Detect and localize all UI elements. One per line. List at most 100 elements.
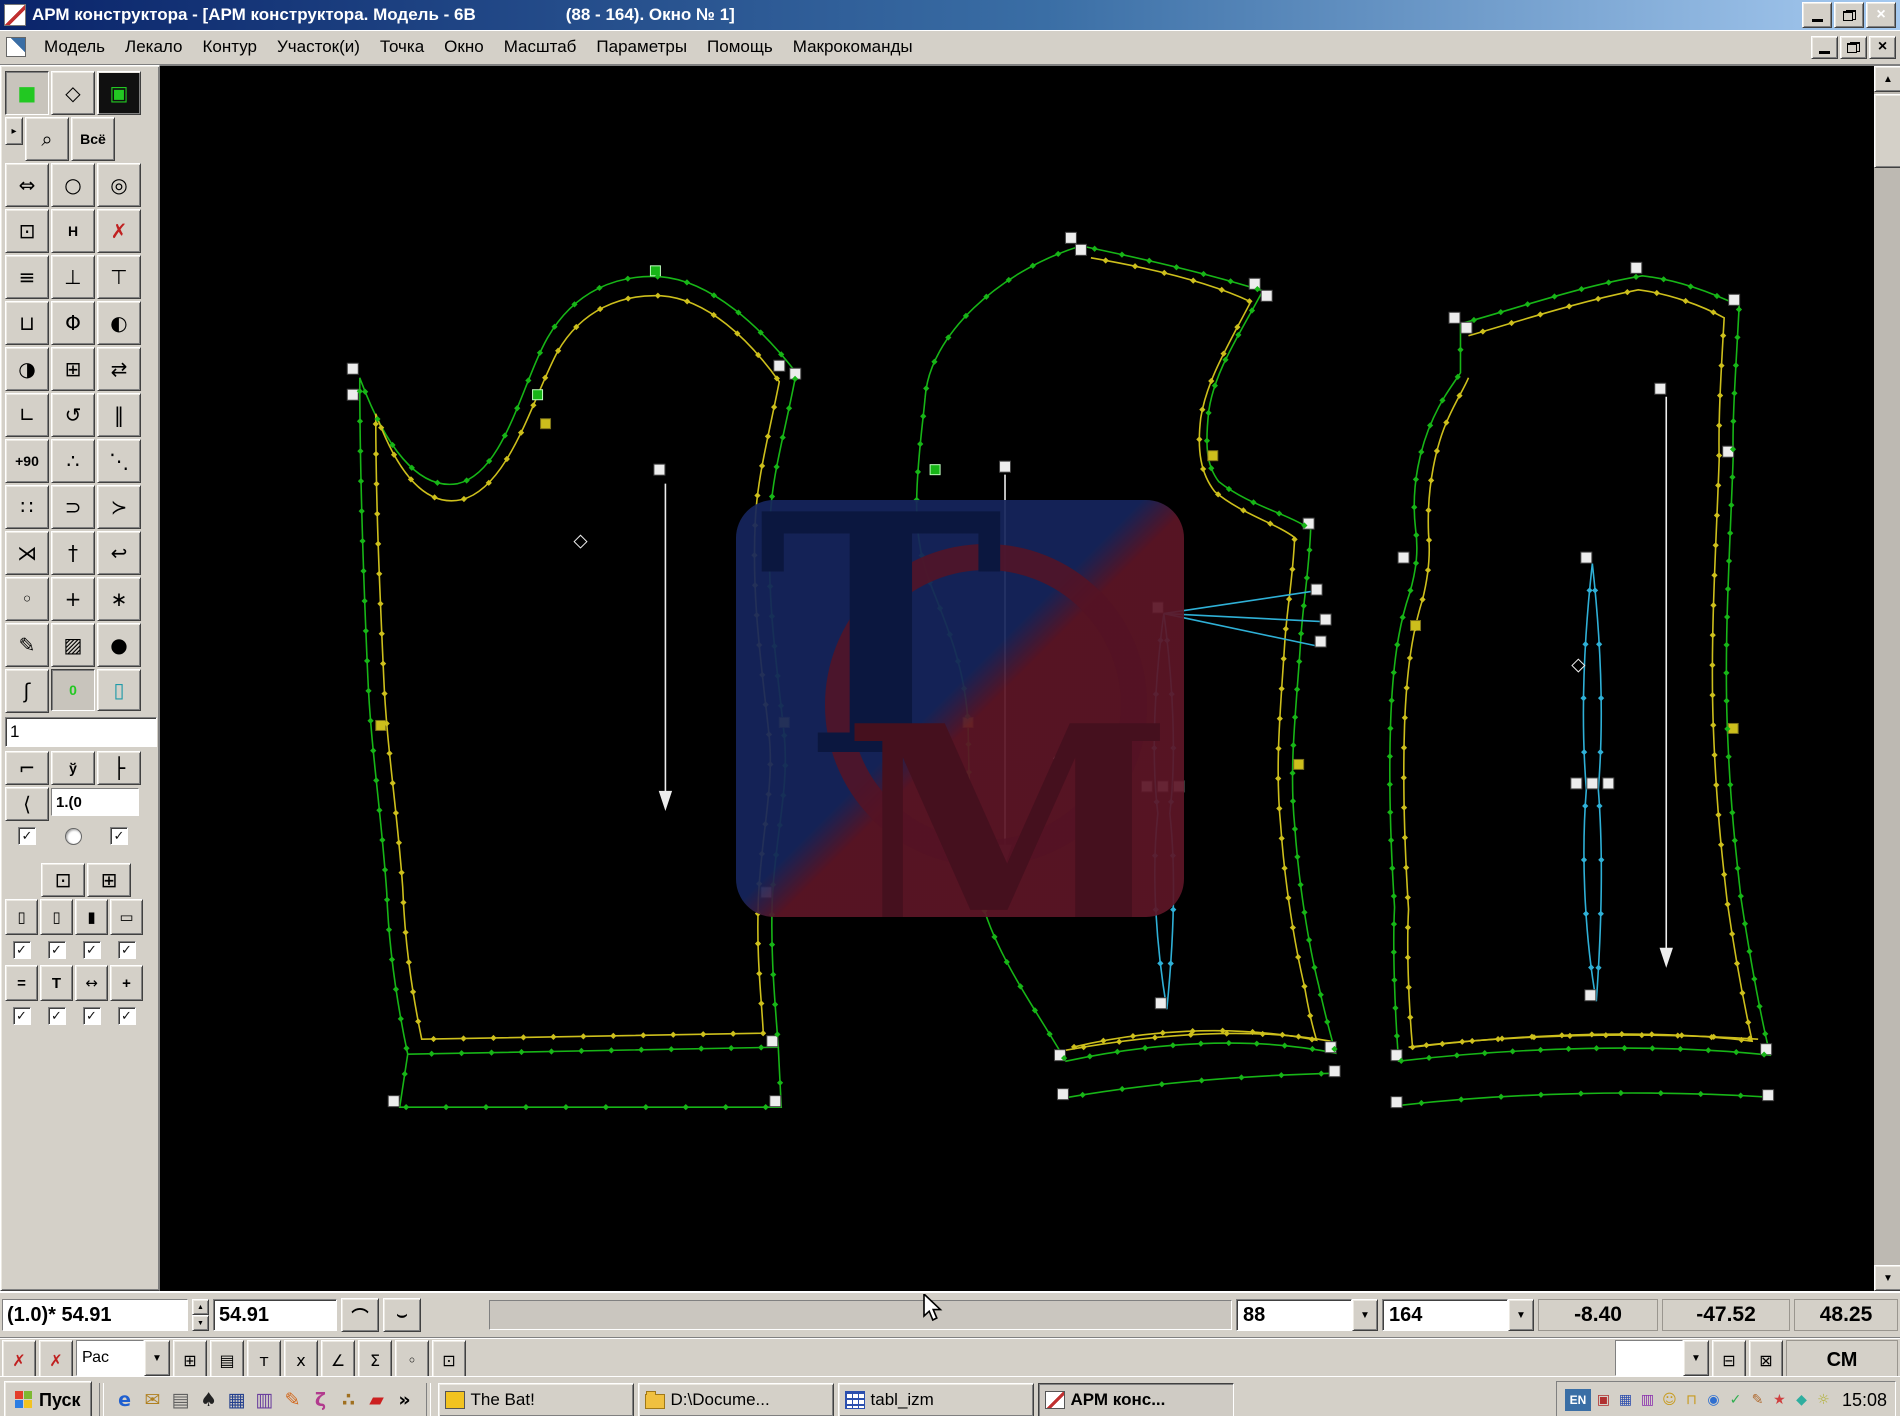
tool-opt-c[interactable]: ✓ [97, 823, 141, 849]
tool-stretch-horizontal[interactable]: ⇔ [5, 163, 49, 207]
tool-layer-number[interactable] [5, 717, 157, 747]
mdi-minimize-button[interactable] [1811, 35, 1838, 59]
task-explorer-d[interactable]: D:\Docume... [637, 1383, 834, 1416]
row2-delete-b[interactable]: ✗ [39, 1340, 73, 1376]
pattern-handle-green[interactable] [929, 464, 941, 476]
tool-hatch[interactable]: ▨ [51, 623, 95, 667]
tool-card-1[interactable]: ▯ [5, 899, 38, 935]
tool-point-corner[interactable]: ◦ [5, 577, 49, 621]
pattern-handle[interactable] [1154, 997, 1167, 1010]
row2-text-x[interactable]: х [284, 1340, 318, 1376]
pattern-hem-right[interactable] [1401, 1092, 1771, 1106]
pattern-inner-right[interactable] [1402, 289, 1754, 1049]
pattern-handle[interactable] [1586, 777, 1599, 790]
tool-piece-down[interactable]: ⊤ [97, 255, 141, 299]
spinner-up-button[interactable]: ▲ [192, 1299, 209, 1315]
tool-mirror-right[interactable]: ◑ [5, 347, 49, 391]
tool-list[interactable]: ≡ [5, 255, 49, 299]
tool-diamond-mode[interactable]: ◇ [51, 71, 95, 115]
pattern-handle[interactable] [999, 460, 1012, 473]
tool-zoom-all[interactable]: Всё [71, 117, 115, 161]
tool-symmetry[interactable]: Φ [51, 301, 95, 345]
tray-sun-icon[interactable]: ☼ [1814, 1390, 1833, 1410]
menu-masshtab[interactable]: Масштаб [494, 34, 587, 60]
tool-flag-6[interactable]: ✓ [40, 1003, 73, 1029]
row2-link[interactable]: ⊡ [432, 1340, 466, 1376]
tool-curve-tangent[interactable]: ≻ [97, 485, 141, 529]
tool-door-a[interactable]: ⊡ [41, 863, 85, 897]
tool-flag-5[interactable]: ✓ [5, 1003, 38, 1029]
menu-kontur[interactable]: Контур [192, 34, 267, 60]
tool-plus[interactable]: + [110, 965, 143, 1001]
tool-toggle-piece[interactable]: ▯ [97, 669, 141, 711]
pattern-handle[interactable] [1064, 231, 1077, 244]
pattern-hem-left[interactable] [398, 1047, 783, 1108]
pattern-hem-inner-middle[interactable] [1065, 1032, 1331, 1051]
pattern-handle-green[interactable] [649, 265, 661, 277]
tray-star-icon[interactable]: ★ [1770, 1390, 1789, 1410]
size-dropdown-button[interactable]: ▼ [1352, 1299, 1378, 1331]
language-indicator[interactable]: EN [1564, 1389, 1591, 1411]
tool-zoom[interactable]: ⌕ [25, 117, 69, 161]
pattern-handle[interactable] [1728, 293, 1741, 306]
pattern-handle[interactable] [1460, 321, 1473, 334]
tool-flag-2[interactable]: ✓ [40, 937, 73, 963]
pattern-handle[interactable] [766, 1035, 779, 1048]
pattern-handle[interactable] [1397, 551, 1410, 564]
pattern-handle[interactable] [1390, 1096, 1403, 1109]
tool-curve-cross[interactable]: ⋊ [5, 531, 49, 575]
tool-layers-mode[interactable]: ▣ [97, 71, 141, 115]
tray-lock-icon[interactable]: ⊓ [1682, 1390, 1701, 1410]
thebat-icon[interactable]: ♠ [195, 1385, 223, 1415]
tool-stroke[interactable]: ʃ [5, 669, 49, 713]
measure-track[interactable] [489, 1300, 1232, 1330]
size-combo[interactable]: 88 ▼ [1236, 1299, 1378, 1331]
desktop-icon[interactable]: ▤ [167, 1385, 195, 1415]
row2-win-new[interactable]: ⊠ [1749, 1340, 1783, 1376]
tool-toggle-contour[interactable]: 0 [51, 669, 95, 711]
tool-flag-7[interactable]: ✓ [75, 1003, 108, 1029]
pattern-handle[interactable] [653, 463, 666, 476]
pattern-handle[interactable] [387, 1095, 400, 1108]
pattern-handle[interactable] [1580, 551, 1593, 564]
tool-move[interactable]: + [51, 577, 95, 621]
scrollbar-track[interactable] [1874, 92, 1900, 1265]
tray-pen-icon[interactable]: ✎ [1748, 1390, 1767, 1410]
pattern-handle[interactable] [1602, 777, 1615, 790]
tool-h-tool[interactable]: H [51, 209, 95, 253]
tray-cube-icon[interactable]: ◆ [1792, 1390, 1811, 1410]
row2-sum[interactable]: Σ [358, 1340, 392, 1376]
pattern-handle-green[interactable] [532, 389, 544, 401]
pattern-handle[interactable] [1570, 777, 1583, 790]
mail-icon[interactable]: ✉ [139, 1385, 167, 1415]
pattern-handle-yellow[interactable] [540, 418, 552, 430]
pattern-handle[interactable] [1760, 1043, 1773, 1056]
pattern-handle[interactable] [1448, 311, 1461, 324]
tool-nodes-box[interactable]: ∷ [5, 485, 49, 529]
tool-piece-cut[interactable]: ⊔ [5, 301, 49, 345]
pattern-handle[interactable] [1310, 583, 1323, 596]
tray-check-icon[interactable]: ✓ [1726, 1390, 1745, 1410]
row2-grid[interactable]: ⊞ [173, 1340, 207, 1376]
tool-equal[interactable]: = [5, 965, 38, 1001]
menu-uchastok[interactable]: Участок(и) [267, 34, 370, 60]
task-arm-constructor[interactable]: АРМ конс... [1037, 1383, 1234, 1416]
tool-copy[interactable]: ⊞ [51, 347, 95, 391]
dart-fan-3[interactable] [1163, 612, 1315, 647]
row2-text-t[interactable]: т [247, 1340, 281, 1376]
tool-flag-1[interactable]: ✓ [5, 937, 38, 963]
pattern-handle[interactable] [773, 359, 786, 372]
row2-sheet[interactable]: ▤ [210, 1340, 244, 1376]
tray-layers-icon[interactable]: ▥ [1638, 1390, 1657, 1410]
tool-pause[interactable]: ‖ [97, 393, 141, 437]
pattern-inner-left[interactable] [374, 294, 781, 1041]
minimize-button[interactable] [1802, 2, 1832, 28]
row2-angle[interactable]: ∠ [321, 1340, 355, 1376]
tool-card-2[interactable]: ▯ [40, 899, 73, 935]
mdi-close-button[interactable]: × [1869, 35, 1896, 59]
tool-rect-frame[interactable]: ⊡ [5, 209, 49, 253]
tool-branch[interactable]: ├ [97, 751, 141, 785]
tool-point[interactable]: ● [97, 623, 141, 667]
tool-curve-open[interactable]: ⊃ [51, 485, 95, 529]
tray-ball-icon[interactable]: ◉ [1704, 1390, 1723, 1410]
